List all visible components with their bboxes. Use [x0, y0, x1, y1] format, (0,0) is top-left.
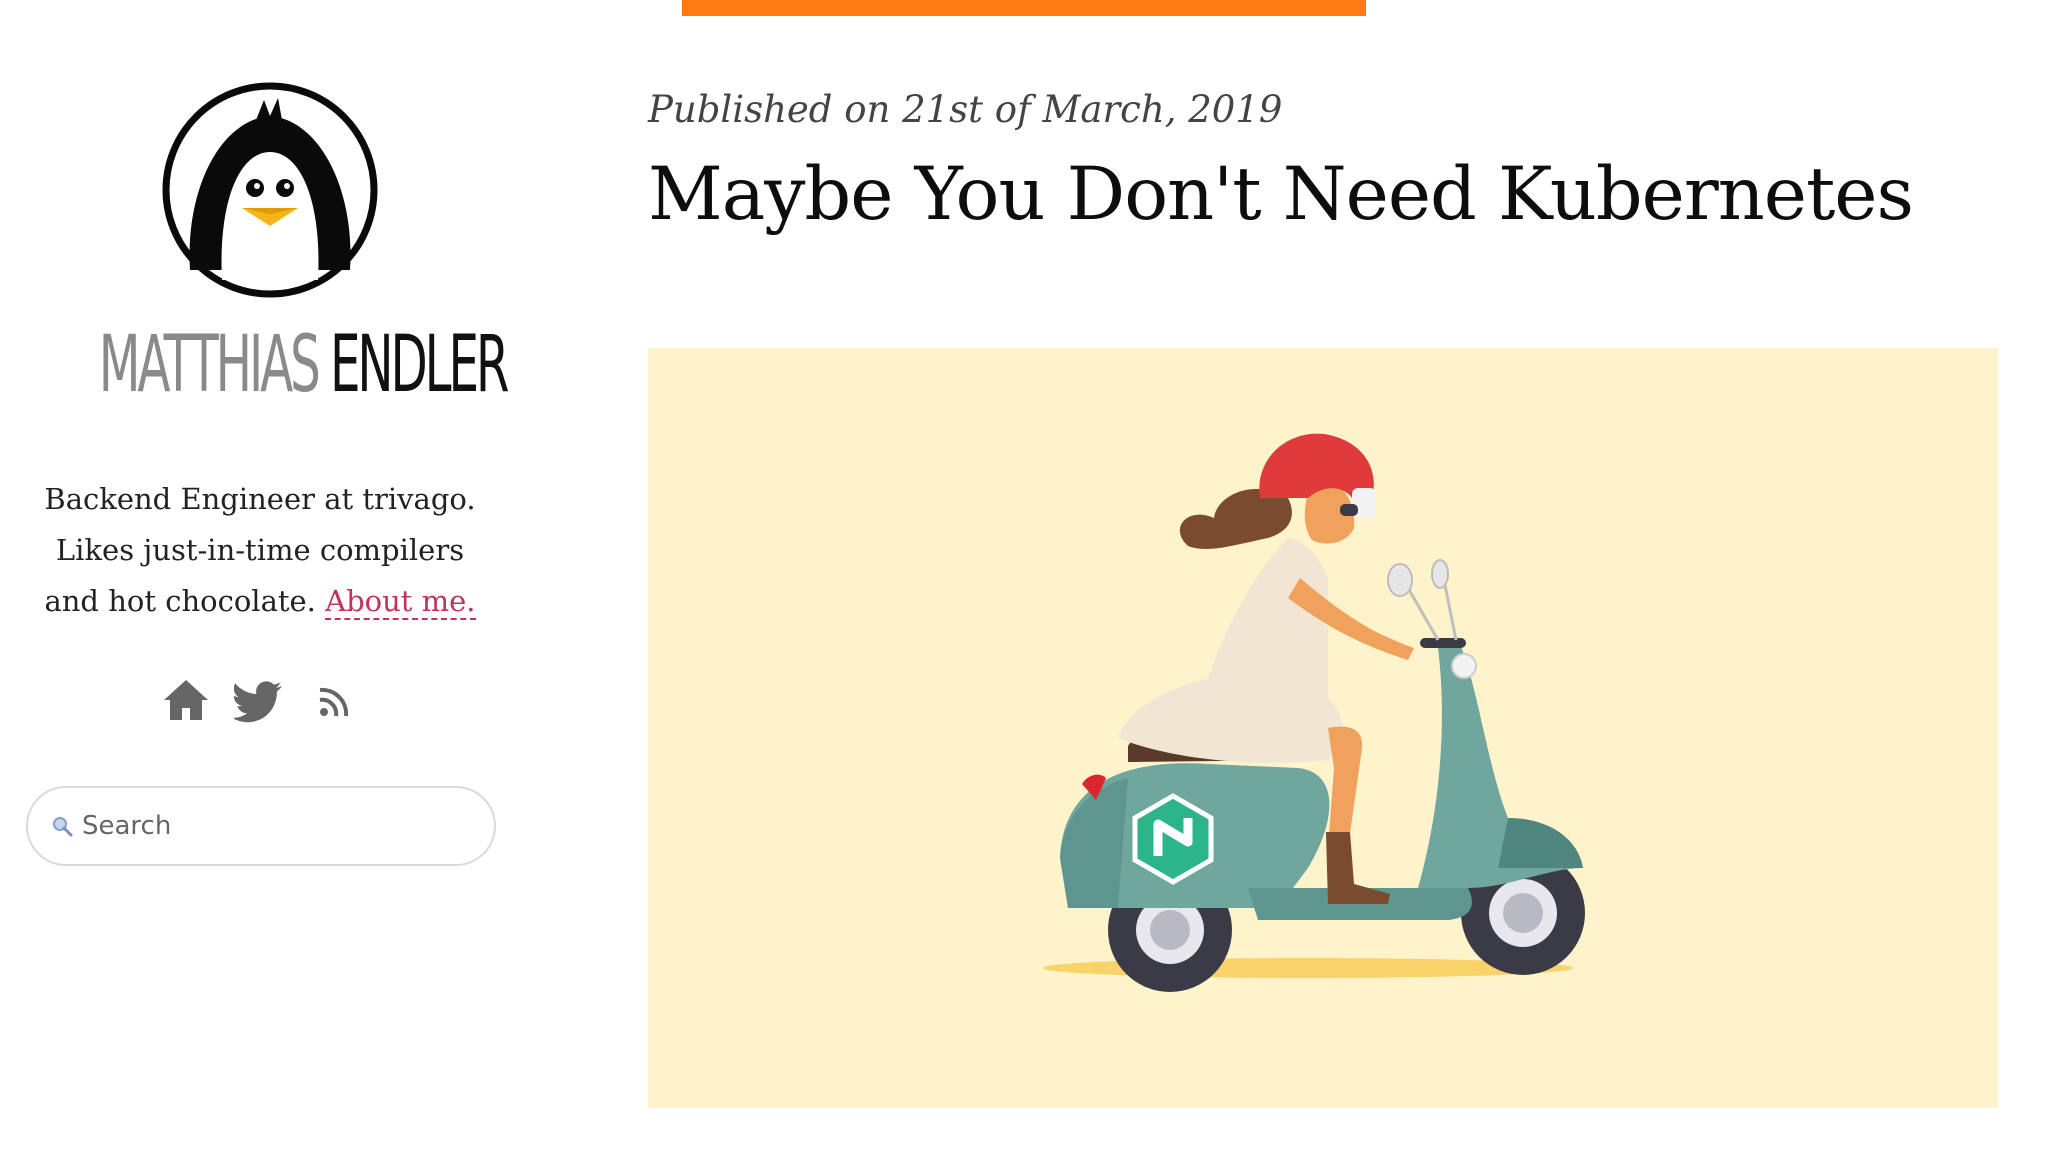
penguin-avatar[interactable] — [160, 80, 380, 300]
rss-icon[interactable] — [308, 674, 360, 726]
search-input[interactable] — [80, 810, 464, 842]
site-name-first: MATTHIAS — [98, 320, 321, 410]
sidebar: MATTHIAS ENDLER Backend Engineer at triv… — [0, 0, 520, 1152]
publish-date: Published on 21st of March, 2019 — [648, 88, 1283, 131]
bio: Backend Engineer at trivago. Likes just-… — [30, 474, 490, 627]
search-box[interactable] — [26, 786, 496, 866]
search-icon — [53, 817, 73, 837]
article: Published on 21st of March, 2019 Maybe Y… — [648, 0, 2028, 1152]
twitter-icon[interactable] — [231, 674, 286, 726]
site-name-last: ENDLER — [329, 320, 510, 410]
site-name[interactable]: MATTHIAS ENDLER — [98, 320, 510, 410]
scooter-illustration — [1043, 433, 1585, 992]
hero-image — [648, 348, 1998, 1108]
home-icon[interactable] — [160, 674, 212, 726]
post-title[interactable]: Maybe You Don't Need Kubernetes — [648, 152, 1914, 237]
social-links — [160, 672, 360, 728]
about-link[interactable]: About me. — [325, 584, 476, 620]
